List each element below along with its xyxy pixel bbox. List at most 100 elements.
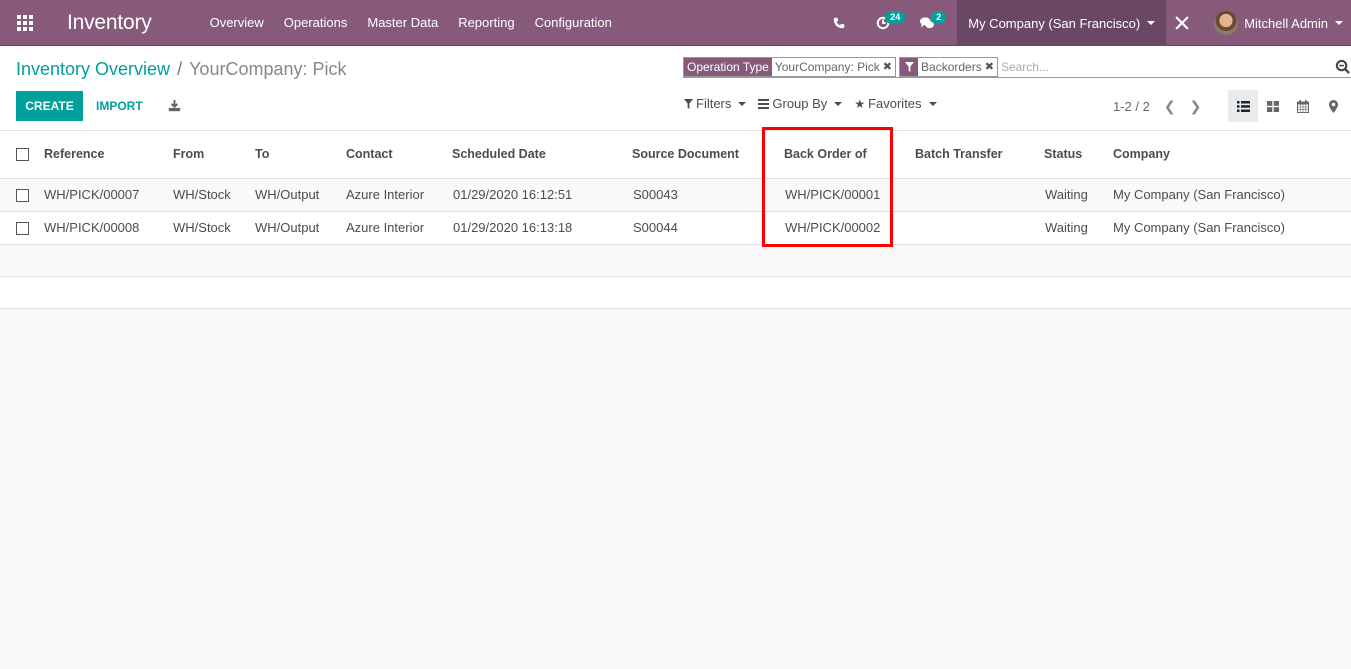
map-view-button[interactable] — [1318, 90, 1348, 122]
cell-status: Waiting — [1044, 178, 1113, 212]
list-view-button[interactable] — [1228, 90, 1258, 122]
breadcrumb-current: YourCompany: Pick — [189, 59, 347, 79]
column-header-reference[interactable]: Reference — [44, 131, 173, 179]
column-header-to[interactable]: To — [255, 131, 346, 179]
cell-to: WH/Output — [255, 178, 346, 212]
table-header-row: Reference From To Contact Scheduled Date… — [0, 131, 1351, 179]
transfers-table: Reference From To Contact Scheduled Date… — [0, 131, 1351, 309]
kanban-icon — [1267, 100, 1279, 112]
column-header-source-document[interactable]: Source Document — [632, 131, 784, 179]
facet-value: Backorders ✖ — [918, 57, 997, 76]
column-header-company[interactable]: Company — [1113, 131, 1351, 179]
list-icon — [1236, 100, 1250, 112]
view-switcher — [1228, 90, 1348, 122]
search-options: Filters Group By ★ Favorites — [684, 96, 949, 111]
breadcrumb-parent[interactable]: Inventory Overview — [16, 59, 170, 79]
menu-reporting[interactable]: Reporting — [448, 0, 524, 46]
company-switcher[interactable]: My Company (San Francisco) — [957, 0, 1167, 46]
chevron-down-icon — [928, 101, 937, 106]
activity-button[interactable]: 24 — [861, 0, 906, 46]
cell-reference: WH/PICK/00008 — [44, 211, 173, 245]
pager-value[interactable]: 1-2 / 2 — [1113, 99, 1150, 114]
star-icon: ★ — [854, 96, 866, 111]
kanban-view-button[interactable] — [1258, 90, 1288, 122]
chevron-down-icon — [1147, 21, 1156, 25]
list-view: Reference From To Contact Scheduled Date… — [0, 131, 1351, 309]
search-input[interactable] — [1000, 59, 1333, 74]
column-header-batch-transfer[interactable]: Batch Transfer — [915, 131, 1044, 179]
cell-source-document: S00043 — [632, 178, 784, 212]
menu-master-data[interactable]: Master Data — [357, 0, 448, 46]
avatar — [1214, 11, 1239, 35]
app-name[interactable]: Inventory — [67, 11, 152, 35]
chevron-down-icon — [834, 101, 843, 106]
cell-contact: Azure Interior — [346, 211, 452, 245]
table-row[interactable]: WH/PICK/00007 WH/Stock WH/Output Azure I… — [0, 178, 1351, 212]
column-header-scheduled-date[interactable]: Scheduled Date — [452, 131, 632, 179]
top-navbar: Inventory Overview Operations Master Dat… — [0, 0, 1351, 46]
select-all-checkbox[interactable] — [16, 148, 29, 162]
calendar-view-button[interactable] — [1288, 90, 1318, 122]
download-icon[interactable] — [164, 94, 184, 116]
cell-from: WH/Stock — [173, 211, 255, 245]
group-by-dropdown[interactable]: Group By — [758, 96, 843, 111]
filter-icon — [900, 57, 919, 76]
user-name: Mitchell Admin — [1244, 15, 1328, 31]
empty-row — [0, 244, 1351, 277]
close-icon[interactable]: ✖ — [883, 58, 892, 76]
phone-icon[interactable] — [817, 0, 861, 46]
main-menu: Overview Operations Master Data Reportin… — [200, 0, 622, 46]
pager: 1-2 / 2 ❮ ❯ — [1113, 98, 1201, 115]
user-menu[interactable]: Mitchell Admin — [1198, 0, 1351, 46]
cell-scheduled-date: 01/29/2020 16:13:18 — [452, 211, 632, 245]
close-icon[interactable]: ✖ — [985, 58, 994, 76]
activity-count-badge: 24 — [885, 11, 906, 24]
menu-configuration[interactable]: Configuration — [525, 0, 622, 46]
cell-back-order-of: WH/PICK/00002 — [784, 211, 915, 245]
cell-reference: WH/PICK/00007 — [44, 178, 173, 212]
messages-button[interactable]: 2 — [905, 0, 949, 46]
breadcrumb-separator: / — [177, 59, 183, 79]
cell-scheduled-date: 01/29/2020 16:12:51 — [452, 178, 632, 212]
row-checkbox[interactable] — [16, 222, 29, 236]
cell-batch-transfer — [915, 211, 1044, 245]
column-header-contact[interactable]: Contact — [346, 131, 452, 179]
import-button[interactable]: IMPORT — [96, 91, 143, 121]
control-panel: Inventory Overview / YourCompany: Pick CRE… — [0, 46, 1351, 131]
chevron-right-icon[interactable]: ❯ — [1190, 98, 1202, 115]
search-icon[interactable] — [1333, 58, 1351, 76]
menu-operations[interactable]: Operations — [274, 0, 358, 46]
select-all-cell — [0, 131, 44, 179]
tools-icon[interactable] — [1166, 0, 1198, 46]
cell-back-order-of: WH/PICK/00001 — [784, 178, 915, 212]
cell-from: WH/Stock — [173, 178, 255, 212]
search-bar: Operation Type YourCompany: Pick ✖ Backor… — [683, 56, 1351, 78]
menu-overview[interactable]: Overview — [200, 0, 274, 46]
map-marker-icon — [1328, 99, 1338, 113]
facet-value: YourCompany: Pick ✖ — [771, 57, 896, 76]
table-row[interactable]: WH/PICK/00008 WH/Stock WH/Output Azure I… — [0, 211, 1351, 245]
filters-dropdown[interactable]: Filters — [684, 96, 747, 111]
column-header-back-order-of[interactable]: Back Order of — [784, 131, 915, 179]
cell-to: WH/Output — [255, 211, 346, 245]
message-count-badge: 2 — [931, 11, 947, 24]
row-select-cell — [0, 211, 44, 245]
chevron-left-icon[interactable]: ❮ — [1164, 98, 1176, 115]
column-header-from[interactable]: From — [173, 131, 255, 179]
cell-batch-transfer — [915, 178, 1044, 212]
chevron-down-icon — [738, 101, 747, 106]
search-facet-backorders[interactable]: Backorders ✖ — [899, 56, 998, 77]
cell-status: Waiting — [1044, 211, 1113, 245]
apps-menu-icon[interactable] — [0, 0, 50, 46]
row-checkbox[interactable] — [16, 189, 29, 203]
facet-label: Operation Type — [684, 57, 772, 76]
search-facet-operation-type[interactable]: Operation Type YourCompany: Pick ✖ — [683, 56, 897, 77]
chevron-down-icon — [1335, 21, 1343, 25]
row-select-cell — [0, 178, 44, 212]
column-header-status[interactable]: Status — [1044, 131, 1113, 179]
filter-icon — [684, 98, 693, 109]
company-name: My Company (San Francisco) — [968, 15, 1141, 31]
create-button[interactable]: CREATE — [16, 91, 83, 121]
favorites-dropdown[interactable]: ★ Favorites — [854, 96, 937, 111]
bars-icon — [758, 98, 770, 109]
